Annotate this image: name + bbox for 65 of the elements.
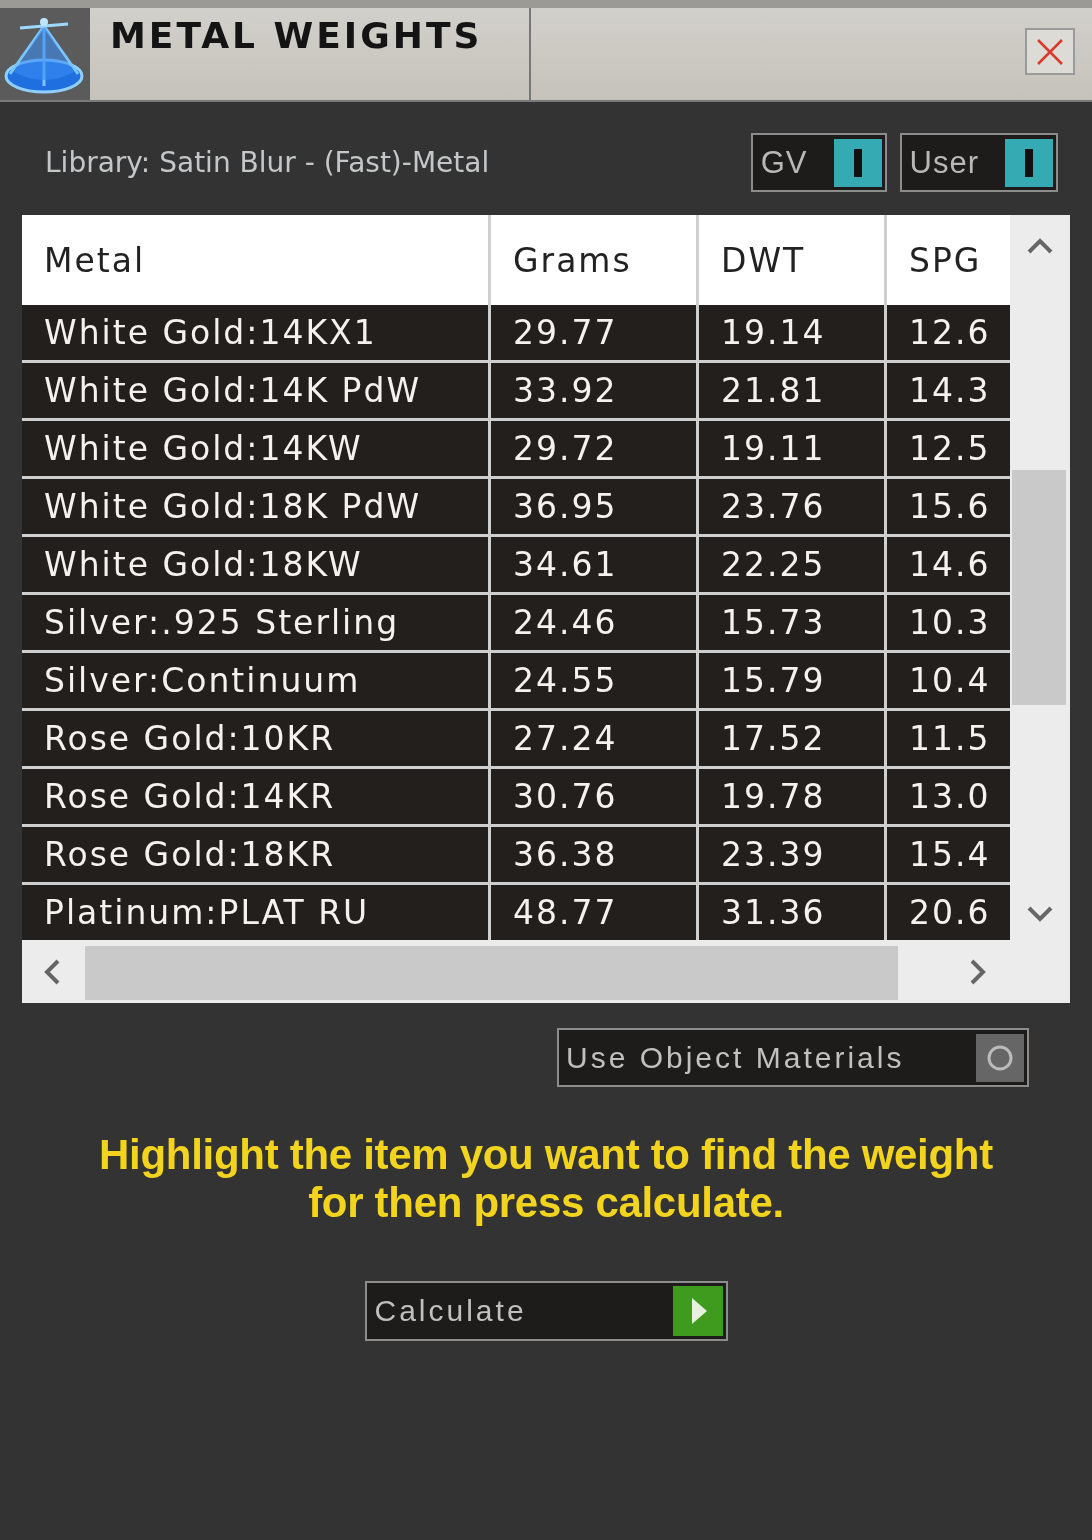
table-cell[interactable]: Platinum:PLAT RU (22, 885, 488, 940)
caret-up-icon[interactable] (1026, 237, 1054, 255)
scale-icon (0, 8, 90, 100)
table-cell[interactable]: 15.79 (699, 653, 884, 708)
table-cell[interactable]: White Gold:18KW (22, 537, 488, 592)
toggle-button[interactable]: Use Object Materials (557, 1028, 1029, 1087)
table-cell[interactable]: 48.77 (491, 885, 696, 940)
scrollbar-thumb[interactable] (85, 946, 898, 1000)
table-cell[interactable]: Rose Gold:10KR (22, 711, 488, 766)
scrollbar-thumb[interactable] (1012, 470, 1066, 705)
chevron-left-icon[interactable] (43, 958, 61, 986)
table-cell[interactable]: 14.6 (887, 537, 1010, 592)
table-cell[interactable]: 27.24 (491, 711, 696, 766)
table-cell[interactable]: 34.61 (491, 537, 696, 592)
table-cell[interactable]: 12.6 (887, 305, 1010, 360)
column-header[interactable]: Metal (22, 215, 488, 305)
library-label: Library: Satin Blur - (Fast)-Metal (45, 146, 490, 179)
table-cell[interactable]: 33.92 (491, 363, 696, 418)
table-cell[interactable]: 22.25 (699, 537, 884, 592)
calculate-button[interactable]: Calculate (364, 1281, 728, 1341)
table-cell[interactable]: 15.4 (887, 827, 1010, 882)
toggle-button[interactable]: User (899, 133, 1058, 192)
table-cell[interactable]: 14.3 (887, 363, 1010, 418)
table-cell[interactable]: 29.72 (491, 421, 696, 476)
table-cell[interactable]: 30.76 (491, 769, 696, 824)
table-cell[interactable]: White Gold:18K PdW (22, 479, 488, 534)
column-header[interactable]: SPG (887, 215, 1010, 305)
table-cell[interactable]: 19.11 (699, 421, 884, 476)
table-cell[interactable]: Rose Gold:18KR (22, 827, 488, 882)
table-cell[interactable]: 19.14 (699, 305, 884, 360)
table-cell[interactable]: 23.39 (699, 827, 884, 882)
table-cell[interactable]: 11.5 (887, 711, 1010, 766)
table-cell[interactable]: 29.77 (491, 305, 696, 360)
table-cell[interactable]: 10.4 (887, 653, 1010, 708)
table-cell[interactable]: White Gold:14KX1 (22, 305, 488, 360)
table-cell[interactable]: 12.5 (887, 421, 1010, 476)
window-title: METAL WEIGHTS (110, 15, 483, 56)
column-header[interactable]: DWT (699, 215, 884, 305)
table-cell[interactable]: Silver:.925 Sterling (22, 595, 488, 650)
table-cell[interactable]: White Gold:14K PdW (22, 363, 488, 418)
toggle-button[interactable]: GV (750, 133, 887, 192)
play-icon (672, 1286, 723, 1336)
table-cell[interactable]: Silver:Continuum (22, 653, 488, 708)
table-cell[interactable]: 20.6 (887, 885, 1010, 940)
table-cell[interactable]: 13.0 (887, 769, 1010, 824)
table-cell[interactable]: 23.76 (699, 479, 884, 534)
table-cell[interactable]: 36.95 (491, 479, 696, 534)
table-cell[interactable]: White Gold:14KW (22, 421, 488, 476)
column-header[interactable]: Grams (491, 215, 696, 305)
table-cell[interactable]: 31.36 (699, 885, 884, 940)
table-cell[interactable]: 21.81 (699, 363, 884, 418)
table-cell[interactable]: Rose Gold:14KR (22, 769, 488, 824)
table-cell[interactable]: 36.38 (491, 827, 696, 882)
table-cell[interactable]: 10.3 (887, 595, 1010, 650)
instruction-text: Highlight the item you want to find the weight for then press calculate. (98, 1131, 994, 1227)
table-cell[interactable]: 15.6 (887, 479, 1010, 534)
table-cell[interactable]: 15.73 (699, 595, 884, 650)
table-cell[interactable]: 24.46 (491, 595, 696, 650)
close-button[interactable] (1025, 28, 1075, 75)
caret-down-icon[interactable] (1026, 905, 1054, 923)
table-cell[interactable]: 24.55 (491, 653, 696, 708)
table-cell[interactable]: 19.78 (699, 769, 884, 824)
close-icon (1035, 36, 1065, 67)
table-cell[interactable]: 17.52 (699, 711, 884, 766)
chevron-right-icon[interactable] (969, 958, 987, 986)
